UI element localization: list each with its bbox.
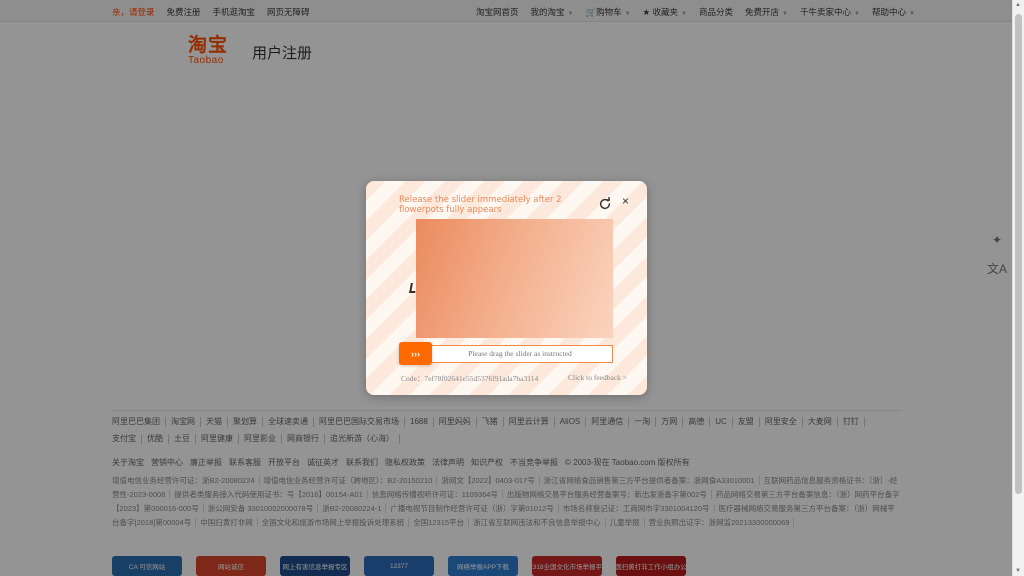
slider-track-text: Please drag the slider as instructed <box>468 349 572 358</box>
page-scrollbar[interactable]: ▲ ▼ <box>1012 0 1024 576</box>
close-icon[interactable]: × <box>622 194 629 208</box>
feedback-link[interactable]: Click to feedback > <box>568 373 627 382</box>
refresh-icon[interactable] <box>598 197 612 211</box>
slider-handle[interactable]: ››› <box>399 342 432 365</box>
sparkle-icon[interactable]: ✦ <box>985 230 1009 250</box>
browser-side-tools: ✦ 文A <box>982 230 1012 278</box>
arrows-right-icon: ››› <box>411 348 420 359</box>
scroll-down-icon[interactable]: ▼ <box>1015 568 1021 574</box>
scrollbar-thumb[interactable] <box>1015 14 1022 494</box>
captcha-puzzle-image <box>416 219 613 338</box>
captcha-instruction: Release the slider immediately after 2 f… <box>399 195 562 215</box>
captcha-dialog: Release the slider immediately after 2 f… <box>366 181 647 395</box>
scroll-up-icon[interactable]: ▲ <box>1015 2 1021 8</box>
captcha-code: Code：7ef78f02641e55d5376f91ada7ba3114 <box>401 374 539 383</box>
translate-icon[interactable]: 文A <box>985 258 1009 278</box>
